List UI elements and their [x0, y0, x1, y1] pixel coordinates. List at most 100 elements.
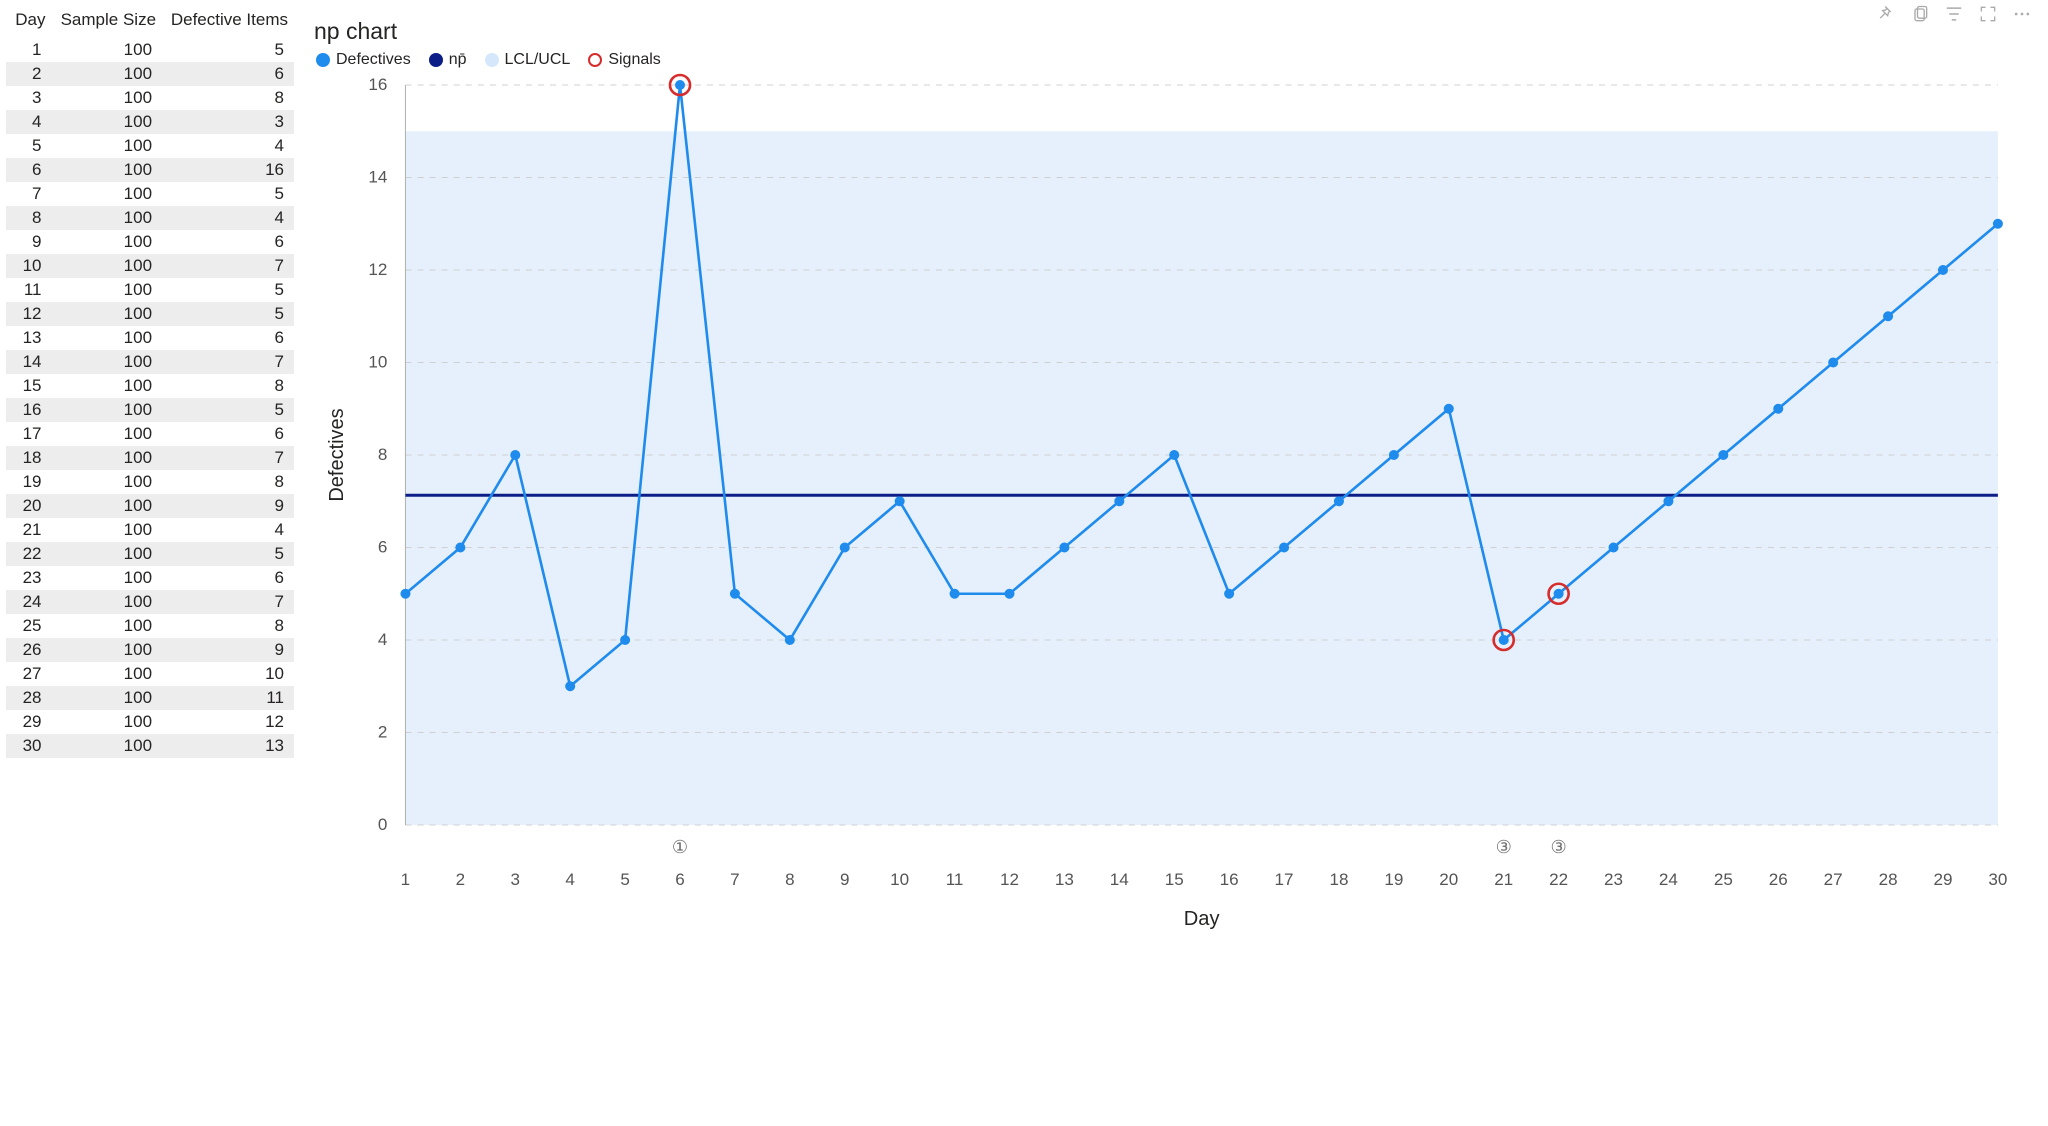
x-tick-label: 24 [1659, 870, 1678, 889]
data-point[interactable] [785, 635, 795, 645]
table-row[interactable]: 111005 [6, 278, 294, 302]
table-cell: 6 [162, 230, 294, 254]
data-point[interactable] [1279, 543, 1289, 553]
table-cell: 9 [6, 230, 52, 254]
legend-item-band[interactable]: LCL/UCL [485, 51, 571, 69]
table-cell: 12 [162, 710, 294, 734]
table-row[interactable]: 151008 [6, 374, 294, 398]
y-tick-label: 12 [368, 260, 387, 279]
signal-rule-label: ③ [1496, 837, 1512, 857]
col-header-defective[interactable]: Defective Items [162, 6, 294, 38]
data-point[interactable] [1444, 404, 1454, 414]
table-row[interactable]: 221005 [6, 542, 294, 566]
data-point[interactable] [950, 589, 960, 599]
legend-swatch-npbar [429, 53, 443, 67]
table-cell: 100 [52, 446, 163, 470]
table-cell: 100 [52, 422, 163, 446]
table-cell: 10 [162, 662, 294, 686]
data-point[interactable] [1334, 496, 1344, 506]
chart-panel: np chart Defectives np̄ LCL/UCL Signals … [300, 0, 2048, 1126]
table-cell: 9 [162, 638, 294, 662]
data-point[interactable] [1114, 496, 1124, 506]
signal-rule-label: ③ [1551, 837, 1567, 857]
table-row[interactable]: 191008 [6, 470, 294, 494]
table-row[interactable]: 121005 [6, 302, 294, 326]
table-row[interactable]: 91006 [6, 230, 294, 254]
data-point[interactable] [1499, 635, 1509, 645]
table-cell: 100 [52, 206, 163, 230]
table-cell: 100 [52, 734, 163, 758]
table-cell: 100 [52, 38, 163, 62]
legend-item-defectives[interactable]: Defectives [316, 51, 411, 69]
data-point[interactable] [455, 543, 465, 553]
table-row[interactable]: 3010013 [6, 734, 294, 758]
table-row[interactable]: 231006 [6, 566, 294, 590]
data-point[interactable] [1554, 589, 1564, 599]
table-row[interactable]: 2710010 [6, 662, 294, 686]
col-header-day[interactable]: Day [6, 6, 52, 38]
table-row[interactable]: 261009 [6, 638, 294, 662]
table-row[interactable]: 101007 [6, 254, 294, 278]
chart-area[interactable]: 0246810121416123456789101112131415161718… [310, 75, 2018, 995]
table-cell: 100 [52, 374, 163, 398]
data-point[interactable] [1718, 450, 1728, 460]
table-cell: 100 [52, 350, 163, 374]
data-point[interactable] [1773, 404, 1783, 414]
table-row[interactable]: 31008 [6, 86, 294, 110]
chart-svg: 0246810121416123456789101112131415161718… [310, 75, 2018, 995]
table-row[interactable]: 610016 [6, 158, 294, 182]
table-row[interactable]: 81004 [6, 206, 294, 230]
data-point[interactable] [565, 681, 575, 691]
legend-item-npbar[interactable]: np̄ [429, 51, 467, 69]
col-header-sample[interactable]: Sample Size [52, 6, 163, 38]
lcl-ucl-band [405, 131, 1997, 825]
y-tick-label: 6 [378, 538, 388, 557]
table-cell: 5 [162, 182, 294, 206]
table-row[interactable]: 211004 [6, 518, 294, 542]
data-point[interactable] [1608, 543, 1618, 553]
data-point[interactable] [1993, 219, 2003, 229]
data-point[interactable] [1224, 589, 1234, 599]
table-row[interactable]: 51004 [6, 134, 294, 158]
table-row[interactable]: 131006 [6, 326, 294, 350]
data-point[interactable] [620, 635, 630, 645]
x-tick-label: 26 [1769, 870, 1788, 889]
y-tick-label: 8 [378, 445, 388, 464]
x-tick-label: 15 [1165, 870, 1184, 889]
table-row[interactable]: 141007 [6, 350, 294, 374]
data-point[interactable] [510, 450, 520, 460]
table-cell: 27 [6, 662, 52, 686]
table-cell: 100 [52, 62, 163, 86]
data-point[interactable] [400, 589, 410, 599]
data-point[interactable] [730, 589, 740, 599]
table-cell: 100 [52, 494, 163, 518]
table-row[interactable]: 21006 [6, 62, 294, 86]
data-point[interactable] [895, 496, 905, 506]
table-row[interactable]: 201009 [6, 494, 294, 518]
data-point[interactable] [675, 80, 685, 90]
table-row[interactable]: 11005 [6, 38, 294, 62]
table-row[interactable]: 251008 [6, 614, 294, 638]
table-cell: 16 [6, 398, 52, 422]
data-point[interactable] [1389, 450, 1399, 460]
table-row[interactable]: 2810011 [6, 686, 294, 710]
table-row[interactable]: 171006 [6, 422, 294, 446]
data-table[interactable]: Day Sample Size Defective Items 11005210… [6, 6, 294, 758]
data-point[interactable] [1663, 496, 1673, 506]
data-point[interactable] [1059, 543, 1069, 553]
table-row[interactable]: 181007 [6, 446, 294, 470]
data-point[interactable] [840, 543, 850, 553]
table-row[interactable]: 41003 [6, 110, 294, 134]
table-row[interactable]: 2910012 [6, 710, 294, 734]
table-cell: 23 [6, 566, 52, 590]
legend-label-signals: Signals [608, 51, 660, 69]
data-point[interactable] [1938, 265, 1948, 275]
data-point[interactable] [1169, 450, 1179, 460]
table-row[interactable]: 241007 [6, 590, 294, 614]
table-row[interactable]: 71005 [6, 182, 294, 206]
data-point[interactable] [1883, 311, 1893, 321]
data-point[interactable] [1004, 589, 1014, 599]
table-row[interactable]: 161005 [6, 398, 294, 422]
legend-item-signals[interactable]: Signals [588, 51, 660, 69]
data-point[interactable] [1828, 358, 1838, 368]
